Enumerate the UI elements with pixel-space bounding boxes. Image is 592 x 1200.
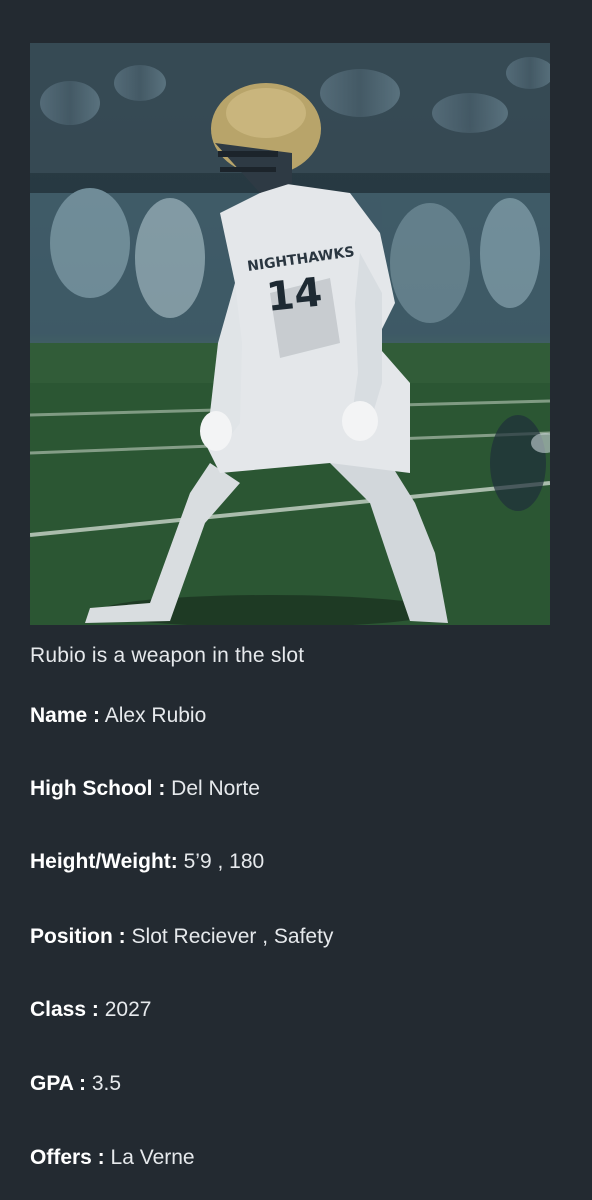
profile-row-class: Class : 2027: [30, 998, 151, 1022]
profile-label: Name :: [30, 704, 101, 727]
profile-value: Alex Rubio: [104, 704, 207, 727]
jersey-number: 14: [264, 269, 324, 321]
profile-row-high-school: High School : Del Norte: [30, 777, 260, 801]
photo-caption: Rubio is a weapon in the slot: [30, 644, 305, 667]
profile-label: Position :: [30, 925, 126, 948]
profile-value: 2027: [104, 998, 152, 1021]
profile-row-gpa: GPA : 3.5: [30, 1072, 121, 1096]
profile-label: High School :: [30, 777, 166, 800]
player-photo-illustration: NIGHTHAWKS 14: [30, 43, 550, 625]
profile-value: Del Norte: [171, 777, 260, 800]
profile-label: Height/Weight:: [30, 850, 178, 873]
profile-value: Slot Reciever , Safety: [131, 925, 334, 948]
profile-row-position: Position : Slot Reciever , Safety: [30, 925, 333, 949]
profile-row-name: Name : Alex Rubio: [30, 704, 206, 728]
profile-row-height-weight: Height/Weight: 5’9 , 180: [30, 850, 264, 874]
profile-row-offers: Offers : La Verne: [30, 1146, 195, 1170]
profile-label: Class :: [30, 998, 99, 1021]
profile-label: GPA :: [30, 1072, 86, 1095]
profile-value: 3.5: [91, 1072, 122, 1095]
profile-value: La Verne: [110, 1146, 195, 1169]
profile-label: Offers :: [30, 1146, 105, 1169]
profile-value: 5’9 , 180: [183, 850, 265, 873]
player-photo[interactable]: NIGHTHAWKS 14: [30, 43, 550, 625]
